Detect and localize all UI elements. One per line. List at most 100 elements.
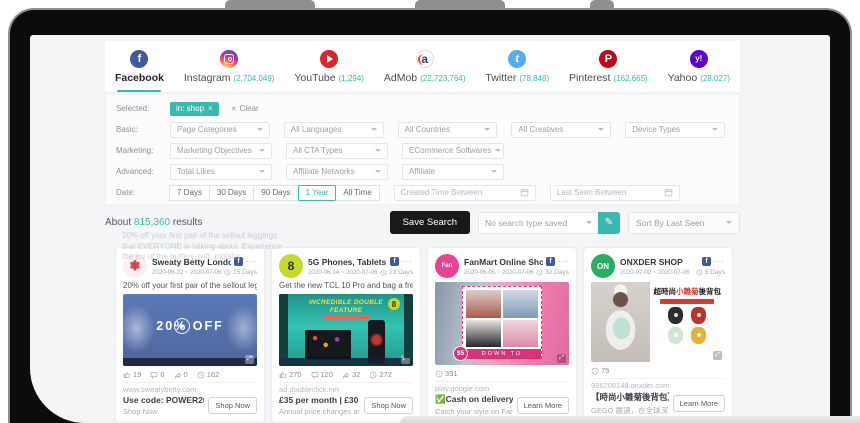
play-icon[interactable] bbox=[174, 318, 190, 334]
marketing-objectives-select[interactable]: Marketing Objectives bbox=[170, 143, 272, 159]
creative-strip-text: DOWN TO bbox=[463, 349, 541, 359]
chevron-down-icon bbox=[259, 149, 265, 152]
tab-pinterest[interactable]: P Pinterest (162,665) bbox=[563, 41, 654, 92]
advanced-label: Advanced: bbox=[116, 167, 170, 176]
ad-creative-image[interactable]: 超時尚小雛菊後背包 ⤢ bbox=[591, 282, 725, 362]
ad-subline: GEGO 嚴選，在全球深入合作近... bbox=[591, 405, 669, 416]
tab-label: Instagram bbox=[184, 72, 231, 84]
ad-domain[interactable]: www.sweatybetty.com bbox=[123, 382, 257, 394]
expand-icon[interactable]: ⤢ bbox=[401, 355, 410, 364]
chevron-down-icon bbox=[491, 170, 497, 173]
affiliate-select[interactable]: Affiliate bbox=[402, 164, 504, 180]
tab-label: Facebook bbox=[115, 72, 164, 84]
chevron-down-icon bbox=[586, 221, 592, 224]
clear-filters-button[interactable]: ✕ Clear bbox=[231, 104, 259, 113]
more-options-icon[interactable]: ··· bbox=[714, 257, 725, 266]
advertiser-name[interactable]: 5G Phones, Tablets & SIMs | ... bbox=[308, 257, 387, 267]
laptop-base bbox=[400, 416, 860, 423]
advertiser-name[interactable]: Sweaty Betty London | Wom... bbox=[152, 257, 231, 267]
range-30-days-button[interactable]: 30 Days bbox=[209, 185, 254, 201]
edit-saved-search-button[interactable]: ✎ bbox=[598, 212, 620, 234]
card-header: ❃ Sweaty Betty London | Wom... f ··· 202… bbox=[123, 254, 257, 278]
days-running: 5 Days bbox=[705, 269, 725, 276]
advertiser-avatar: Fan bbox=[435, 254, 459, 278]
time-count: 162 bbox=[207, 370, 220, 379]
total-likes-select[interactable]: Total Likes bbox=[170, 164, 272, 180]
selected-chip[interactable]: in: shop × bbox=[170, 102, 219, 116]
clock-icon bbox=[224, 269, 231, 276]
expand-icon[interactable]: ⤢ bbox=[713, 351, 722, 360]
tab-facebook[interactable]: f Facebook bbox=[109, 41, 170, 92]
saved-search-dropdown[interactable]: No search type saved ✎ bbox=[478, 212, 620, 234]
tab-count: (28,027) bbox=[700, 74, 730, 83]
tab-admob[interactable]: a AdMob (22,723,764) bbox=[378, 41, 472, 92]
ad-creative-image[interactable]: DOWN TO $5 ⤢ bbox=[435, 282, 569, 365]
clock-icon bbox=[591, 367, 599, 375]
tv-graphic bbox=[305, 330, 351, 360]
range-90-days-button[interactable]: 90 Days bbox=[253, 185, 298, 201]
ecommerce-softwares-select[interactable]: ECommerce Softwares bbox=[402, 143, 504, 159]
chevron-down-icon bbox=[495, 149, 501, 152]
ad-domain[interactable]: ad.doubleclick.net bbox=[279, 382, 413, 394]
range-all-time-button[interactable]: All Time bbox=[335, 185, 379, 201]
creative-red-subline bbox=[323, 316, 369, 319]
clock-icon bbox=[380, 269, 387, 276]
page-categories-select[interactable]: Page Categories bbox=[170, 122, 270, 138]
cta-button[interactable]: Shop Now bbox=[364, 397, 413, 414]
more-options-icon[interactable]: ··· bbox=[402, 257, 413, 266]
chip-close-icon[interactable]: × bbox=[208, 104, 213, 113]
ad-subline: Annual price changes and terms ... bbox=[279, 407, 360, 416]
created-time-input[interactable]: Created Time Between bbox=[394, 185, 536, 201]
marketing-label: Marketing: bbox=[116, 146, 170, 155]
tab-twitter[interactable]: t Twitter (78,848) bbox=[479, 41, 555, 92]
countries-select[interactable]: All Countries bbox=[398, 122, 498, 138]
tab-label: Pinterest bbox=[569, 72, 610, 84]
last-seen-input[interactable]: Last Seen Between bbox=[550, 185, 680, 201]
comment-count: 0 bbox=[160, 370, 164, 379]
ad-creative-image[interactable]: 20% OFF ⤢ bbox=[123, 294, 257, 366]
advertiser-name[interactable]: ONXDER SHOP bbox=[620, 257, 699, 267]
more-options-icon[interactable]: ··· bbox=[246, 257, 257, 266]
expand-icon[interactable]: ⤢ bbox=[245, 355, 254, 364]
ad-domain[interactable]: play.google.com bbox=[435, 381, 569, 393]
clock-icon bbox=[369, 371, 377, 379]
ad-card[interactable]: 8 5G Phones, Tablets & SIMs | ... f ··· … bbox=[271, 247, 421, 423]
creatives-select[interactable]: All Creatives bbox=[511, 122, 611, 138]
days-running: 32 Days bbox=[545, 269, 569, 276]
save-search-button[interactable]: Save Search bbox=[390, 211, 470, 234]
cta-button[interactable]: Learn More bbox=[517, 397, 569, 414]
expand-icon[interactable]: ⤢ bbox=[557, 354, 566, 363]
creative-right-panel: 超時尚小雛菊後背包 bbox=[650, 282, 726, 362]
advertiser-name[interactable]: FanMart Online Shopping - F... bbox=[464, 257, 543, 267]
backpack-grid bbox=[668, 307, 706, 344]
stats-row: 19 0 0 162 bbox=[123, 370, 257, 379]
cta-button[interactable]: Shop Now bbox=[208, 397, 257, 414]
range-1-year-button[interactable]: 1 Year bbox=[298, 185, 337, 201]
ad-card[interactable]: ❃ Sweaty Betty London | Wom... f ··· 202… bbox=[115, 247, 265, 423]
card-header: 8 5G Phones, Tablets & SIMs | ... f ··· … bbox=[279, 254, 413, 278]
ad-domain[interactable]: 986208148.onxder.com bbox=[591, 378, 725, 390]
date-label: Date: bbox=[116, 188, 170, 197]
cta-button[interactable]: Learn More bbox=[673, 395, 725, 412]
advertiser-avatar: 8 bbox=[279, 254, 303, 278]
cta-types-select[interactable]: All CTA Types bbox=[286, 143, 388, 159]
device-types-select[interactable]: Device Types bbox=[625, 122, 725, 138]
backpack-yellow bbox=[691, 327, 706, 344]
stats-row: 75 bbox=[591, 366, 725, 375]
card-footer: £35 per month | £30 upfront | ... Annual… bbox=[279, 395, 413, 416]
tab-youtube[interactable]: YouTube (1,294) bbox=[288, 41, 370, 92]
comment-icon bbox=[150, 371, 158, 379]
chevron-down-icon bbox=[484, 128, 490, 131]
tab-yahoo[interactable]: y! Yahoo (28,027) bbox=[662, 41, 736, 92]
sort-dropdown[interactable]: Sort By Last Seen bbox=[628, 212, 740, 234]
tab-instagram[interactable]: Instagram (2,704,049) bbox=[178, 41, 281, 92]
languages-select[interactable]: All Languages bbox=[284, 122, 384, 138]
ad-card[interactable]: Fan FanMart Online Shopping - F... f ···… bbox=[427, 247, 577, 423]
range-7-days-button[interactable]: 7 Days bbox=[169, 185, 210, 201]
ad-headline: ✅Cash on delivery ✅ Days fr... bbox=[435, 394, 513, 405]
ad-card[interactable]: ON ONXDER SHOP f ··· 2020-07-02 ~ 2020-0… bbox=[583, 247, 733, 423]
ad-body-text: Get the new TCL 10 Pro and bag a free TC… bbox=[279, 281, 413, 290]
more-options-icon[interactable]: ··· bbox=[558, 257, 569, 266]
ad-creative-image[interactable]: INCREDIBLE DOUBLE FEATURE 8 ⤢ bbox=[279, 294, 413, 366]
affiliate-networks-select[interactable]: Affiliate Networks bbox=[286, 164, 388, 180]
